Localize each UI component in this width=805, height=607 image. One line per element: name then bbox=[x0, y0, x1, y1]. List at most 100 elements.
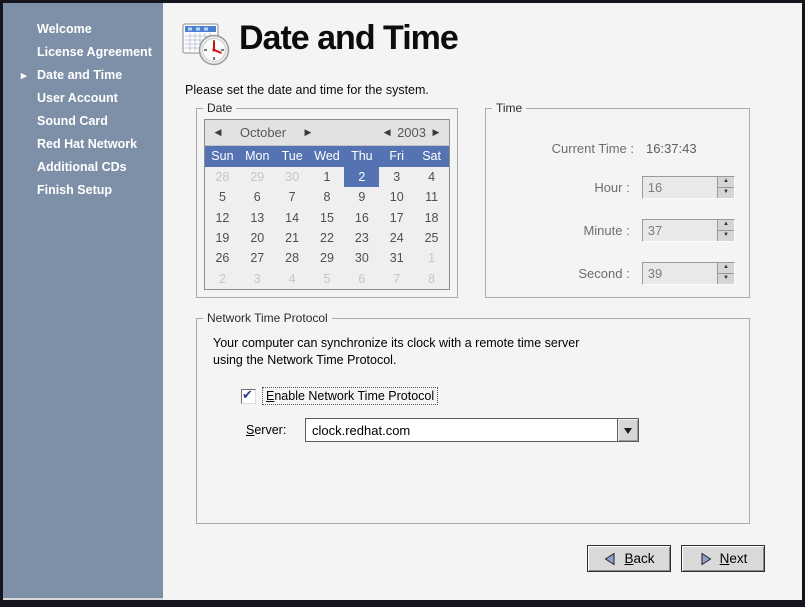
calendar-day[interactable]: 13 bbox=[240, 208, 275, 228]
server-dropdown-button[interactable] bbox=[617, 418, 639, 442]
time-group-legend: Time bbox=[492, 101, 526, 115]
second-stepper[interactable]: 39 ▲ ▼ bbox=[642, 262, 735, 285]
setup-wizard-window: Welcome License Agreement ▸ Date and Time Us… bbox=[0, 0, 805, 607]
sidebar-item-label: Date and Time bbox=[37, 68, 122, 82]
calendar-day[interactable]: 9 bbox=[344, 187, 379, 207]
hour-label: Hour : bbox=[486, 180, 630, 195]
back-button[interactable]: Back bbox=[587, 545, 671, 572]
current-time-label: Current Time : bbox=[486, 141, 634, 156]
calendar-day[interactable]: 26 bbox=[205, 248, 240, 268]
calendar-day[interactable]: 4 bbox=[414, 167, 449, 187]
calendar-day[interactable]: 10 bbox=[379, 187, 414, 207]
chevron-down-icon bbox=[624, 428, 632, 438]
calendar-day[interactable]: 12 bbox=[205, 208, 240, 228]
calendar-day[interactable]: 4 bbox=[275, 269, 310, 289]
calendar-day[interactable]: 17 bbox=[379, 208, 414, 228]
calendar-day[interactable]: 29 bbox=[310, 248, 345, 268]
sidebar-item-user-account[interactable]: User Account bbox=[3, 87, 163, 110]
calendar-day[interactable]: 22 bbox=[310, 228, 345, 248]
calendar-day[interactable]: 3 bbox=[240, 269, 275, 289]
checkmark-icon: ✔ bbox=[242, 387, 253, 403]
next-button[interactable]: Next bbox=[681, 545, 765, 572]
calendar-day[interactable]: 20 bbox=[240, 228, 275, 248]
sidebar-item-red-hat-network[interactable]: Red Hat Network bbox=[3, 133, 163, 156]
second-spin-down-button[interactable]: ▼ bbox=[718, 274, 734, 284]
sidebar-item-label: Sound Card bbox=[37, 114, 108, 128]
hour-spin-down-button[interactable]: ▼ bbox=[718, 188, 734, 198]
calendar-day[interactable]: 29 bbox=[240, 167, 275, 187]
ntp-group-legend: Network Time Protocol bbox=[203, 311, 332, 325]
weekday-label: Wed bbox=[310, 146, 345, 167]
page-subtitle: Please set the date and time for the sys… bbox=[185, 83, 429, 97]
prev-month-button[interactable]: ◀ bbox=[210, 127, 226, 138]
sidebar-item-license-agreement[interactable]: License Agreement bbox=[3, 41, 163, 64]
calendar-day[interactable]: 8 bbox=[414, 269, 449, 289]
server-combobox: clock.redhat.com bbox=[305, 418, 639, 442]
calendar-day[interactable]: 25 bbox=[414, 228, 449, 248]
prev-year-button[interactable]: ◀ bbox=[379, 127, 395, 138]
calendar-day[interactable]: 8 bbox=[310, 187, 345, 207]
calendar-day[interactable]: 7 bbox=[379, 269, 414, 289]
next-year-button[interactable]: ▶ bbox=[428, 127, 444, 138]
calendar-day[interactable]: 19 bbox=[205, 228, 240, 248]
calendar-day[interactable]: 1 bbox=[310, 167, 345, 187]
hour-spin-up-button[interactable]: ▲ bbox=[718, 177, 734, 188]
sidebar-item-label: License Agreement bbox=[37, 45, 152, 59]
second-spin-up-button[interactable]: ▲ bbox=[718, 263, 734, 274]
sidebar-nav: Welcome License Agreement ▸ Date and Time Us… bbox=[3, 3, 163, 600]
sidebar-item-date-and-time[interactable]: ▸ Date and Time bbox=[3, 64, 163, 87]
hour-stepper[interactable]: 16 ▲ ▼ bbox=[642, 176, 735, 199]
minute-spin-up-button[interactable]: ▲ bbox=[718, 220, 734, 231]
calendar-day[interactable]: 23 bbox=[344, 228, 379, 248]
enable-ntp-label[interactable]: Enable Network Time Protocol bbox=[262, 387, 438, 405]
calendar-day[interactable]: 28 bbox=[275, 248, 310, 268]
calendar-day[interactable]: 6 bbox=[240, 187, 275, 207]
active-step-arrow-icon: ▸ bbox=[21, 69, 27, 84]
calendar-day[interactable]: 7 bbox=[275, 187, 310, 207]
calendar-year-label: 2003 bbox=[395, 125, 428, 140]
calendar-day[interactable]: 3 bbox=[379, 167, 414, 187]
back-button-label: Back bbox=[624, 551, 654, 566]
calendar-day[interactable]: 28 bbox=[205, 167, 240, 187]
weekday-label: Tue bbox=[275, 146, 310, 167]
sidebar-item-label: Red Hat Network bbox=[37, 137, 137, 151]
next-month-button[interactable]: ▶ bbox=[300, 127, 316, 138]
back-arrow-icon bbox=[603, 552, 617, 566]
date-group-legend: Date bbox=[203, 101, 236, 115]
calendar-day[interactable]: 31 bbox=[379, 248, 414, 268]
calendar-day[interactable]: 6 bbox=[344, 269, 379, 289]
calendar-day[interactable]: 24 bbox=[379, 228, 414, 248]
calendar-day[interactable]: 30 bbox=[344, 248, 379, 268]
calendar-day[interactable]: 30 bbox=[275, 167, 310, 187]
sidebar-item-label: Welcome bbox=[37, 22, 92, 36]
calendar-day[interactable]: 15 bbox=[310, 208, 345, 228]
calendar-day[interactable]: 18 bbox=[414, 208, 449, 228]
server-input[interactable]: clock.redhat.com bbox=[305, 418, 617, 442]
sidebar-item-additional-cds[interactable]: Additional CDs bbox=[3, 156, 163, 179]
calendar-day[interactable]: 1 bbox=[414, 248, 449, 268]
calendar-grid: 2829301234567891011121314151617181920212… bbox=[205, 167, 449, 289]
ntp-group: Network Time Protocol Your computer can … bbox=[196, 318, 750, 524]
calendar-day[interactable]: 2 bbox=[205, 269, 240, 289]
calendar-day[interactable]: 11 bbox=[414, 187, 449, 207]
sidebar-item-finish-setup[interactable]: Finish Setup bbox=[3, 179, 163, 202]
main-panel: Date and Time Please set the date and ti… bbox=[163, 3, 802, 600]
enable-ntp-checkbox[interactable]: ✔ bbox=[241, 389, 256, 404]
sidebar-item-welcome[interactable]: Welcome bbox=[3, 18, 163, 41]
calendar-day-selected[interactable]: 2 bbox=[344, 167, 379, 187]
calendar-day[interactable]: 5 bbox=[205, 187, 240, 207]
calendar-day[interactable]: 16 bbox=[344, 208, 379, 228]
minute-stepper[interactable]: 37 ▲ ▼ bbox=[642, 219, 735, 242]
current-time-value: 16:37:43 bbox=[646, 141, 697, 156]
calendar-day[interactable]: 21 bbox=[275, 228, 310, 248]
sidebar-item-label: User Account bbox=[37, 91, 118, 105]
sidebar-item-sound-card[interactable]: Sound Card bbox=[3, 110, 163, 133]
calendar-month-label: October bbox=[226, 125, 300, 140]
calendar-clock-icon bbox=[179, 15, 233, 74]
calendar-day[interactable]: 5 bbox=[310, 269, 345, 289]
calendar-day[interactable]: 27 bbox=[240, 248, 275, 268]
sidebar-item-label: Finish Setup bbox=[37, 183, 112, 197]
page-title: Date and Time bbox=[239, 19, 458, 58]
calendar-day[interactable]: 14 bbox=[275, 208, 310, 228]
minute-spin-down-button[interactable]: ▼ bbox=[718, 231, 734, 241]
